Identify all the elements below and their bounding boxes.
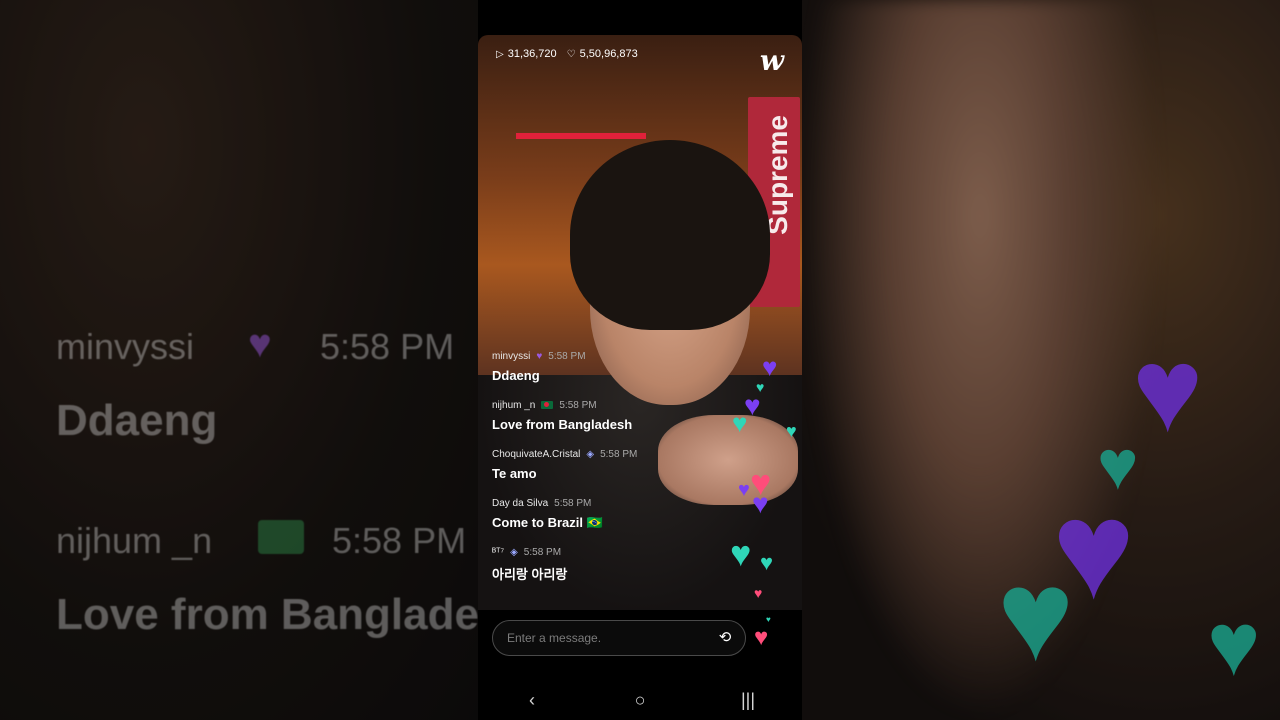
shelf: [516, 133, 646, 139]
shield-icon: ◈: [510, 546, 518, 558]
heart-icon: ♥: [738, 479, 750, 501]
chat-text: Love from Bangladesh: [492, 417, 633, 432]
heart-icon: ♥: [1207, 595, 1261, 695]
heart-icon: ♥: [732, 408, 748, 438]
chat-list: minvyssi ♥ 5:58 PM Ddaeng nijhum _n 5:58…: [492, 348, 742, 593]
chat-time: 5:58 PM: [554, 497, 592, 509]
ghost-flag: [258, 520, 304, 554]
heart-icon: ♥: [997, 542, 1075, 688]
chat-time: 5:58 PM: [600, 448, 638, 460]
blurred-background-right: ♥ ♥ ♥ ♥ ♥: [802, 0, 1280, 720]
ghost-time: 5:58 PM: [320, 326, 455, 367]
chat-text: Te amo: [492, 466, 537, 481]
ghost-message: Love from Banglade: [56, 590, 478, 639]
play-count: ▷ 31,36,720: [496, 48, 557, 60]
blurred-background-left: minvyssi ♥ 5:58 PM Ddaeng nijhum _n 5:58…: [0, 0, 478, 720]
chat-time: 5:58 PM: [548, 350, 586, 362]
like-count-value: 5,50,96,873: [579, 48, 638, 60]
ghost-username: nijhum _n: [56, 520, 213, 561]
chat-time: 5:58 PM: [523, 546, 562, 558]
heart-icon: ♥: [730, 533, 752, 574]
play-icon: ▷: [496, 48, 504, 60]
heart-icon: ♥: [766, 615, 771, 624]
bangladesh-flag-icon: [541, 401, 554, 409]
heart-icon: ♥: [752, 488, 769, 519]
chat-message: minvyssi ♥ 5:58 PM Ddaeng: [492, 348, 742, 397]
camera-flip-icon[interactable]: ⟲: [715, 628, 735, 648]
chat-message: nijhum _n 5:58 PM Love from Bangladesh: [492, 397, 742, 446]
home-icon[interactable]: ○: [610, 690, 670, 711]
purple-heart-icon: ♥: [536, 350, 543, 362]
like-count: ♡ 5,50,96,873: [567, 48, 638, 60]
chat-message: ᴮᵀ⁷ ◈ 5:58 PM 아리랑 아리랑: [492, 544, 742, 593]
chat-username: Day da Silva: [492, 497, 549, 509]
system-navbar: ‹ ○ |||: [478, 680, 802, 720]
chat-username: ChoquivateA.Cristal: [492, 448, 581, 460]
play-count-value: 31,36,720: [507, 48, 557, 60]
recents-icon[interactable]: |||: [718, 690, 778, 711]
live-stats: ▷ 31,36,720 ♡ 5,50,96,873: [496, 48, 638, 60]
chat-username: minvyssi: [492, 350, 531, 362]
heart-icon: ♥: [1132, 323, 1204, 457]
message-input[interactable]: [493, 630, 709, 646]
chat-text: 아리랑 아리랑: [492, 567, 568, 582]
person-hair: [570, 140, 770, 330]
shield-icon: ◈: [586, 448, 595, 460]
chat-message: Day da Silva 5:58 PM Come to Brazil 🇧🇷: [492, 495, 742, 544]
heart-icon: ♥: [760, 550, 774, 575]
heart-icon: ♥: [754, 585, 763, 601]
chat-text: Come to Brazil 🇧🇷: [492, 515, 603, 530]
heart-icon: ♥: [762, 352, 778, 382]
stage: minvyssi ♥ 5:58 PM Ddaeng nijhum _n 5:58…: [0, 0, 1280, 720]
ghost-username: minvyssi: [56, 326, 195, 367]
phone-screen: Supreme ▷ 31,36,720 ♡ 5,50,96,873 w minv…: [478, 0, 802, 720]
chat-message: ChoquivateA.Cristal ◈ 5:58 PM Te amo: [492, 446, 742, 495]
chat-text: Ddaeng: [492, 368, 540, 383]
message-composer: ⟲: [492, 620, 746, 656]
heart-outline-icon: ♡: [566, 48, 576, 60]
ghost-heart-emoji: ♥: [248, 322, 272, 366]
weverse-logo: w: [759, 44, 784, 77]
heart-icon: ♥: [786, 421, 797, 441]
ghost-message: Ddaeng: [56, 396, 218, 445]
chat-username: ᴮᵀ⁷: [492, 546, 505, 558]
chat-username: nijhum _n: [492, 399, 536, 411]
ghost-time: 5:58 PM: [332, 520, 467, 561]
back-icon[interactable]: ‹: [502, 690, 562, 711]
chat-time: 5:58 PM: [559, 399, 597, 411]
floating-hearts: ♥ ♥ ♥ ♥ ♥ ♥ ♥ ♥ ♥ ♥ ♥ ♥: [728, 350, 802, 630]
